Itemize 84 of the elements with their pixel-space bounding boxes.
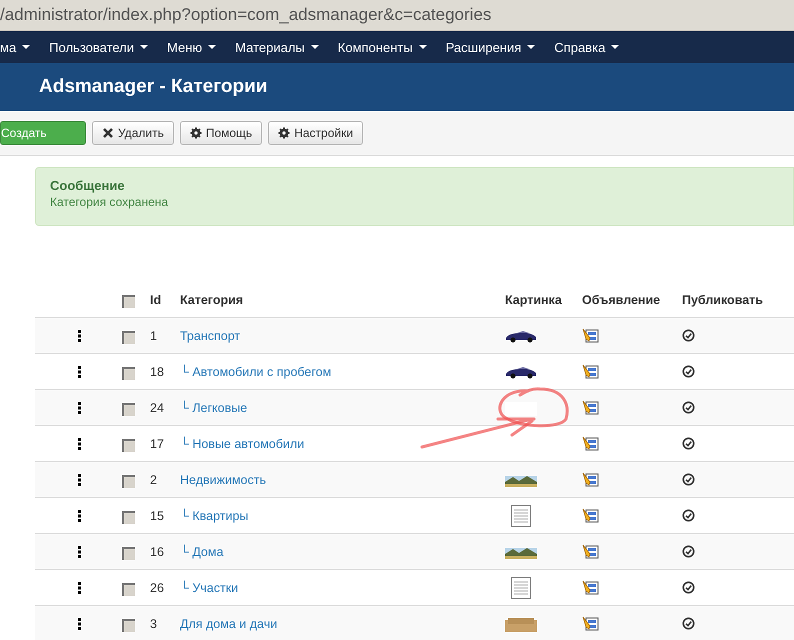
gear-icon — [278, 127, 290, 139]
id-cell: 15 — [150, 508, 164, 522]
edit-ads-icon[interactable] — [582, 364, 599, 380]
category-link[interactable]: └ Дома — [180, 544, 224, 558]
toolbar-button[interactable]: Настройки — [268, 121, 364, 145]
edit-ads-icon[interactable] — [582, 436, 599, 452]
checkbox[interactable] — [122, 475, 135, 488]
edit-ads-icon[interactable] — [582, 544, 599, 560]
caret-icon — [140, 45, 148, 49]
menu-item[interactable]: Пользователи — [49, 40, 148, 54]
drag-handle-icon[interactable] — [78, 366, 81, 378]
edit-ads-icon[interactable] — [582, 328, 599, 344]
published-icon[interactable] — [682, 329, 695, 342]
published-icon[interactable] — [682, 545, 695, 558]
caret-icon — [611, 45, 620, 49]
menu-item[interactable]: Справка — [554, 40, 620, 54]
id-cell: 17 — [150, 436, 164, 450]
column-header[interactable]: Категория — [180, 292, 244, 306]
category-link[interactable]: Транспорт — [180, 328, 240, 342]
drag-handle-icon[interactable] — [78, 546, 81, 558]
drag-handle-icon[interactable] — [78, 474, 81, 486]
id-cell: 18 — [150, 364, 164, 378]
message-heading: Сообщение — [50, 178, 126, 193]
checkbox[interactable] — [122, 511, 135, 524]
id-cell: 16 — [150, 544, 164, 558]
drag-handle-icon[interactable] — [78, 438, 81, 450]
caret-icon — [310, 45, 319, 49]
delete-button[interactable]: Удалить — [92, 121, 174, 145]
menu-item[interactable]: ма — [0, 40, 30, 54]
id-cell: 2 — [150, 472, 157, 486]
column-header[interactable]: Объявление — [582, 292, 660, 306]
drag-handle-icon[interactable] — [78, 330, 81, 342]
category-link[interactable]: Недвижимость — [180, 472, 266, 486]
drag-handle-icon[interactable] — [78, 582, 81, 594]
category-link[interactable]: └ Автомобили с пробегом — [180, 364, 332, 378]
checkbox[interactable] — [122, 439, 135, 452]
checkbox[interactable] — [122, 367, 135, 380]
cross-icon — [102, 127, 114, 139]
drag-handle-icon[interactable] — [78, 618, 81, 630]
id-cell: 26 — [150, 580, 164, 594]
id-cell: 3 — [150, 616, 157, 630]
menu-item[interactable]: Расширения — [446, 40, 536, 54]
menu-item[interactable]: Материалы — [235, 40, 319, 54]
category-link[interactable]: └ Участки — [180, 580, 238, 594]
category-link[interactable]: └ Новые автомобили — [180, 436, 304, 450]
message-text: Категория сохранена — [50, 195, 170, 209]
published-icon[interactable] — [682, 581, 695, 594]
drag-handle-icon[interactable] — [78, 402, 81, 414]
caret-icon — [208, 45, 216, 49]
checkbox[interactable] — [122, 583, 135, 596]
checkbox[interactable] — [122, 403, 135, 416]
image-placeholder — [505, 400, 537, 416]
checkbox[interactable] — [122, 547, 135, 560]
category-link[interactable]: Для дома и дачи — [180, 616, 278, 630]
checkbox[interactable] — [122, 619, 135, 632]
id-cell: 1 — [150, 328, 157, 342]
published-icon[interactable] — [682, 437, 695, 450]
page-title: Adsmanager - Категории — [39, 76, 268, 98]
caret-icon — [418, 45, 427, 49]
edit-ads-icon[interactable] — [582, 616, 599, 632]
column-header[interactable]: Id — [150, 292, 162, 306]
id-cell: 24 — [150, 400, 164, 414]
menu-item[interactable]: Компоненты — [338, 40, 427, 54]
published-icon[interactable] — [682, 401, 695, 414]
edit-ads-icon[interactable] — [582, 472, 599, 488]
column-header[interactable]: Публиковать — [682, 292, 763, 306]
published-icon[interactable] — [682, 617, 695, 630]
checkbox[interactable] — [122, 331, 135, 344]
published-icon[interactable] — [682, 509, 695, 522]
category-link[interactable]: └ Квартиры — [180, 508, 248, 522]
drag-handle-icon[interactable] — [78, 510, 81, 522]
published-icon[interactable] — [682, 365, 695, 378]
menu-item[interactable]: Меню — [167, 40, 216, 54]
caret-icon — [527, 45, 536, 49]
toolbar-button[interactable]: Помощь — [180, 121, 262, 145]
edit-ads-icon[interactable] — [582, 400, 599, 416]
column-header[interactable]: Картинка — [505, 292, 562, 306]
edit-ads-icon[interactable] — [582, 508, 599, 524]
gear-icon — [190, 127, 202, 139]
published-icon[interactable] — [682, 473, 695, 486]
category-link[interactable]: └ Легковые — [180, 400, 248, 414]
checkbox[interactable] — [122, 295, 135, 308]
caret-icon — [22, 45, 30, 49]
edit-ads-icon[interactable] — [582, 580, 599, 596]
